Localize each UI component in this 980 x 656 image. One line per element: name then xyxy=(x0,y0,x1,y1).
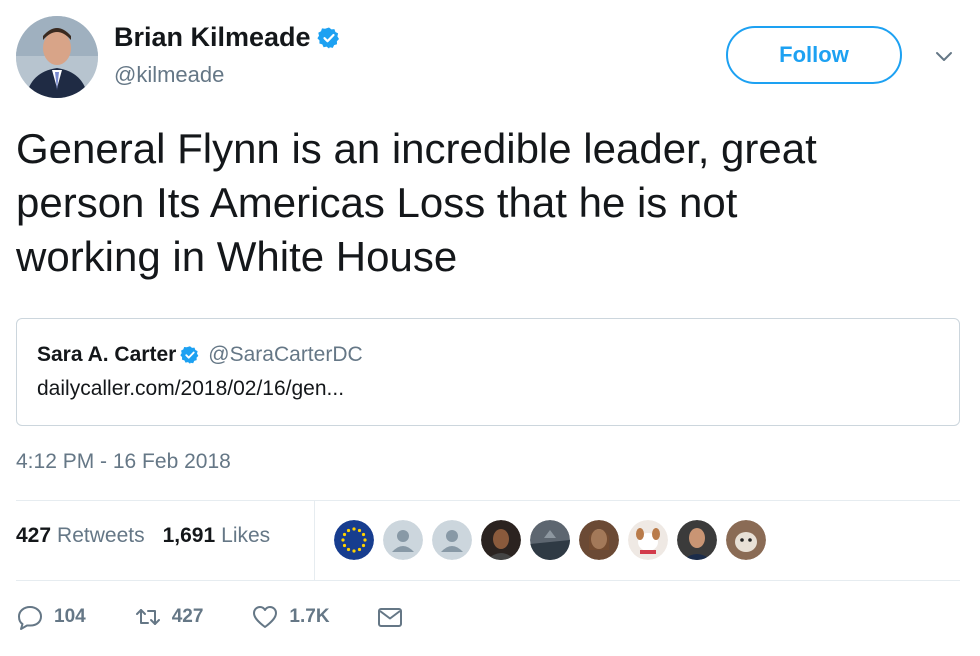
reply-count: 104 xyxy=(54,606,86,627)
landscape-avatar[interactable] xyxy=(530,520,570,560)
tweet-text: General Flynn is an incredible leader, g… xyxy=(16,122,956,284)
follow-button[interactable]: Follow xyxy=(726,26,902,84)
author-name[interactable]: Brian Kilmeade xyxy=(114,22,311,53)
retweets-label[interactable]: Retweets xyxy=(57,524,145,548)
direct-message-button[interactable] xyxy=(376,603,404,631)
stats-divider xyxy=(314,500,315,580)
tweet-text-line: person Its Americas Loss that he is not xyxy=(16,179,738,226)
default-avatar[interactable] xyxy=(432,520,472,560)
tweet-text-line: General Flynn is an incredible leader, g… xyxy=(16,125,817,172)
heart-icon xyxy=(253,606,278,628)
divider xyxy=(16,500,960,501)
retweets-count[interactable]: 427 xyxy=(16,524,51,548)
like-count: 1.7K xyxy=(289,606,330,627)
divider xyxy=(16,580,960,581)
quoted-author-name: Sara A. Carter xyxy=(37,343,177,366)
tweet-header: Brian Kilmeade @kilmeade Follow xyxy=(16,16,964,106)
default-avatar[interactable] xyxy=(383,520,423,560)
verified-badge-icon xyxy=(316,27,339,48)
reply-button[interactable]: 104 xyxy=(16,603,86,631)
envelope-icon xyxy=(377,608,402,627)
liker-avatars xyxy=(334,520,775,560)
tweet-text-line: working in White House xyxy=(16,233,458,280)
tweet-stats: 427 Retweets 1,691 Likes xyxy=(16,524,270,548)
quoted-author-handle: @SaraCarterDC xyxy=(208,343,363,366)
retweet-count: 427 xyxy=(171,606,204,627)
likes-label[interactable]: Likes xyxy=(221,524,270,548)
retweet-button[interactable]: 427 xyxy=(134,603,204,631)
person-avatar[interactable] xyxy=(677,520,717,560)
dog-avatar[interactable] xyxy=(628,520,668,560)
chevron-down-icon[interactable] xyxy=(930,42,958,70)
author-avatar[interactable] xyxy=(16,16,98,98)
reply-icon xyxy=(18,606,42,630)
retweet-icon xyxy=(135,609,160,625)
dog-avatar[interactable] xyxy=(726,520,766,560)
quoted-tweet-card[interactable]: Sara A. Carter @SaraCarterDC dailycaller… xyxy=(16,318,960,426)
like-button[interactable]: 1.7K xyxy=(251,603,330,631)
quoted-tweet-link[interactable]: dailycaller.com/2018/02/16/gen... xyxy=(37,377,344,401)
tweet-timestamp[interactable]: 4:12 PM - 16 Feb 2018 xyxy=(16,450,231,474)
person-avatar[interactable] xyxy=(481,520,521,560)
author-handle[interactable]: @kilmeade xyxy=(114,62,224,88)
eu-flag-avatar[interactable] xyxy=(334,520,374,560)
likes-count[interactable]: 1,691 xyxy=(163,524,216,548)
person-avatar[interactable] xyxy=(579,520,619,560)
verified-badge-icon xyxy=(180,346,199,364)
tweet-actions: 104 427 1.7K xyxy=(16,600,404,634)
